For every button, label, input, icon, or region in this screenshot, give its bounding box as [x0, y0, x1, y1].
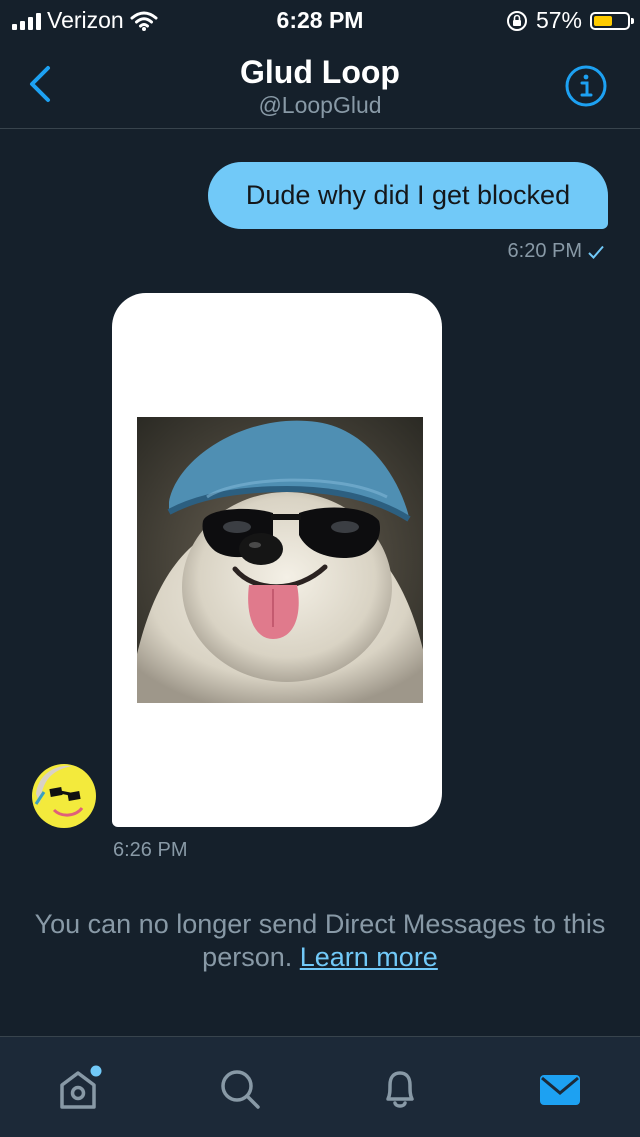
battery-icon — [590, 11, 634, 30]
search-icon — [221, 1070, 260, 1109]
incoming-media-message[interactable] — [112, 293, 442, 827]
dog-with-sunglasses-image[interactable] — [137, 417, 423, 703]
conversation-title[interactable]: Glud Loop — [0, 54, 640, 91]
incoming-message-time: 6:26 PM — [113, 839, 188, 861]
tab-home[interactable] — [50, 1061, 106, 1117]
info-button[interactable] — [564, 64, 608, 108]
outgoing-message-meta: 6:20 PM — [508, 240, 604, 263]
status-right: 57% — [506, 7, 634, 34]
checkmark-icon — [588, 245, 604, 259]
tab-search[interactable] — [212, 1061, 268, 1117]
battery-level — [594, 15, 612, 26]
notifications-icon — [386, 1071, 414, 1108]
info-icon — [565, 65, 607, 107]
home-icon — [60, 1065, 102, 1109]
conversation-header: Glud Loop @LoopGlud — [0, 40, 640, 129]
tab-notifications[interactable] — [372, 1061, 428, 1117]
status-bar: Verizon 6:28 PM 57% — [0, 0, 640, 40]
outgoing-message-time: 6:20 PM — [507, 240, 582, 262]
tab-messages[interactable] — [532, 1061, 588, 1117]
outgoing-message-bubble[interactable]: Dude why did I get blocked — [208, 162, 608, 229]
battery-percent: 57% — [535, 7, 582, 33]
tab-bar — [0, 1036, 640, 1137]
rotation-lock-icon — [506, 10, 527, 31]
blocked-notice: You can no longer send Direct Messages t… — [20, 908, 620, 974]
conversation-handle[interactable]: @LoopGlud — [0, 92, 640, 119]
messages-icon — [540, 1075, 580, 1105]
learn-more-link[interactable]: Learn more — [300, 942, 438, 972]
avatar[interactable] — [32, 764, 96, 828]
